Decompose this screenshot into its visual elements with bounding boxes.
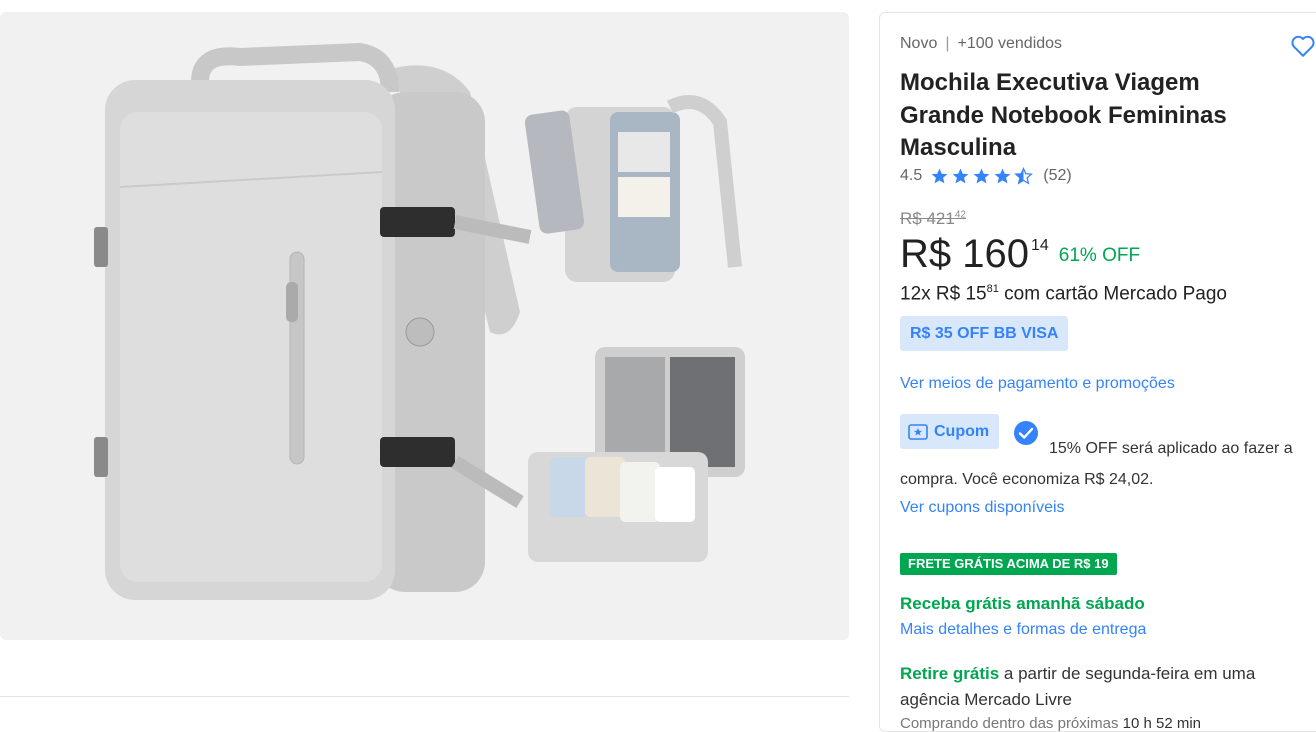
original-price-main: R$ 421 [900, 209, 955, 228]
sold-count: +100 vendidos [957, 35, 1063, 52]
star-icon [931, 168, 948, 184]
installments-cents: 81 [986, 283, 999, 295]
subtitle-separator: | [945, 35, 950, 52]
star-icon [973, 168, 990, 184]
countdown-prefix: Comprando dentro das próximas [900, 715, 1123, 732]
rating-summary[interactable]: 4.5 (52) [900, 167, 1072, 185]
star-icon [994, 168, 1011, 184]
pickup-info: Retire grátis a partir de segunda-feira … [900, 661, 1300, 713]
current-price: R$ 160 14 61% OFF [900, 231, 1140, 277]
heart-icon[interactable] [1290, 33, 1316, 59]
available-coupons-link[interactable]: Ver cupons disponíveis [900, 499, 1065, 517]
original-price-cents: 42 [954, 209, 966, 221]
purchase-countdown: Comprando dentro das próximas 10 h 52 mi… [900, 715, 1201, 732]
rating-value: 4.5 [900, 167, 923, 184]
pickup-free-label: Retire grátis [900, 664, 1000, 683]
review-count: (52) [1043, 167, 1072, 184]
free-shipping-badge: FRETE GRÁTIS ACIMA DE R$ 19 [900, 553, 1117, 575]
installments-info: 12x R$ 1581 com cartão Mercado Pago [900, 283, 1227, 305]
price-cents: 14 [1030, 237, 1049, 254]
delivery-estimate: Receba grátis amanhã sábado [900, 594, 1145, 613]
star-icon [952, 168, 969, 184]
price-main: R$ 160 [900, 232, 1029, 276]
condition-label: Novo [900, 35, 938, 52]
rating-stars [930, 167, 1035, 185]
installments-amount: 12x R$ 15 [900, 283, 987, 305]
product-title: Mochila Executiva Viagem Grande Notebook… [900, 69, 1227, 161]
installments-method: com cartão Mercado Pago [998, 283, 1227, 305]
coupon-description: 15% OFF será aplicado ao fazer a compra.… [900, 440, 1293, 488]
product-info-panel: Novo | +100 vendidos Mochila Executiva Via… [879, 12, 1316, 732]
delivery-details-link[interactable]: Mais detalhes e formas de entrega [900, 621, 1146, 639]
gallery-divider [0, 696, 849, 697]
backpack-product-image [94, 42, 745, 600]
product-subtitle: Novo | +100 vendidos [900, 35, 1062, 53]
original-price: R$ 42142 [900, 209, 966, 229]
payment-methods-link[interactable]: Ver meios de pagamento e promoções [900, 375, 1175, 393]
product-image-gallery[interactable] [0, 12, 849, 640]
half-star-icon [1014, 167, 1034, 185]
bank-promo-chip[interactable]: R$ 35 OFF BB VISA [900, 316, 1069, 351]
countdown-time: 10 h 52 min [1122, 715, 1202, 732]
discount-label: 61% OFF [1058, 245, 1141, 266]
